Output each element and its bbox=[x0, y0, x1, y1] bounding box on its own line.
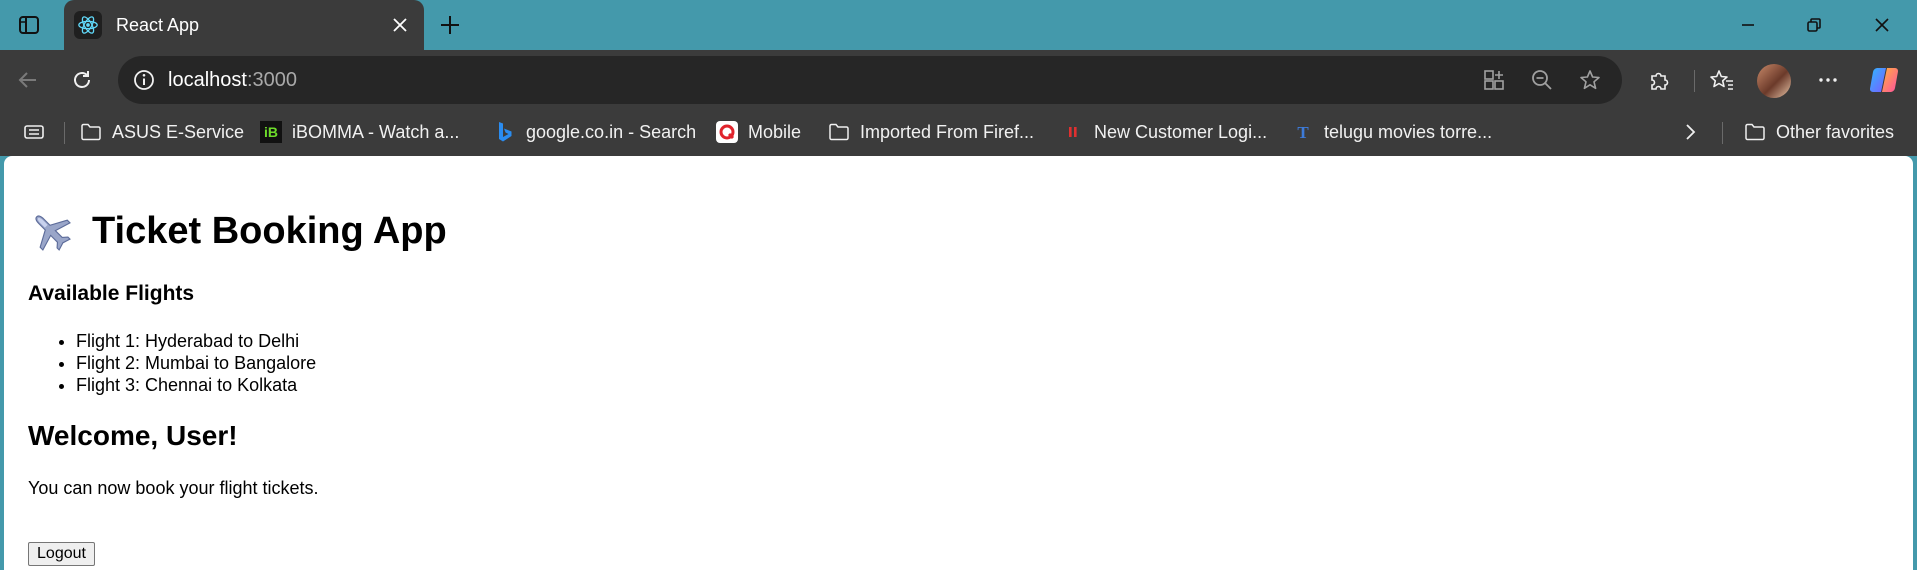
app-title: Ticket Booking App bbox=[28, 208, 447, 254]
bookmarks-divider bbox=[64, 122, 65, 144]
new-tab-button[interactable] bbox=[432, 7, 468, 43]
tab-strip: React App bbox=[0, 0, 1917, 50]
welcome-message: You can now book your flight tickets. bbox=[28, 478, 319, 498]
url-port: :3000 bbox=[246, 69, 297, 91]
folder-icon bbox=[80, 121, 102, 143]
url-host: localhost bbox=[168, 69, 247, 91]
back-arrow-icon bbox=[18, 72, 36, 88]
close-icon bbox=[393, 18, 407, 32]
bookmark-ibomma[interactable]: iB iBOMMA - Watch a... bbox=[260, 110, 459, 154]
bookmark-asus-e-service[interactable]: ASUS E-Service bbox=[80, 110, 244, 154]
bookmark-telugu-movies[interactable]: T telugu movies torre... bbox=[1292, 110, 1492, 154]
copilot-button[interactable] bbox=[1864, 60, 1904, 100]
zoom-out-icon bbox=[1532, 70, 1552, 90]
zoom-button[interactable] bbox=[1528, 66, 1556, 94]
add-favorite-button[interactable] bbox=[1576, 66, 1604, 94]
react-icon bbox=[74, 11, 102, 39]
bookmarks-overflow-button[interactable] bbox=[1680, 110, 1700, 154]
bookmark-imported-from-firefox[interactable]: Imported From Firef... bbox=[828, 110, 1034, 154]
bookmark-label: New Customer Logi... bbox=[1094, 121, 1268, 142]
pause-red-icon bbox=[1062, 121, 1084, 143]
bookmark-label: Imported From Firef... bbox=[860, 121, 1035, 142]
app-title-text: Ticket Booking App bbox=[92, 209, 447, 252]
refresh-icon bbox=[74, 71, 90, 88]
svg-text:iB: iB bbox=[264, 124, 278, 140]
bookmark-mobile[interactable]: Mobile bbox=[716, 110, 801, 154]
bookmark-label: ASUS E-Service bbox=[112, 121, 245, 142]
favorites-icon bbox=[1710, 70, 1733, 90]
back-button[interactable] bbox=[8, 60, 48, 100]
restore-button[interactable] bbox=[1782, 0, 1846, 50]
extensions-button[interactable] bbox=[1640, 60, 1680, 100]
bookmarks-divider bbox=[1722, 122, 1723, 144]
flight-item: Flight 3: Chennai to Kolkata bbox=[76, 374, 316, 396]
other-favorites-folder[interactable]: Other favorites bbox=[1744, 110, 1894, 154]
close-window-button[interactable] bbox=[1850, 0, 1914, 50]
bookmark-new-customer-login[interactable]: New Customer Logi... bbox=[1062, 110, 1267, 154]
flight-item: Flight 1: Hyderabad to Delhi bbox=[76, 330, 316, 352]
tab-actions-icon bbox=[19, 16, 39, 34]
other-favorites-label: Other favorites bbox=[1776, 121, 1895, 142]
folder-icon bbox=[828, 121, 850, 143]
refresh-button[interactable] bbox=[62, 60, 102, 100]
profile-avatar[interactable] bbox=[1757, 64, 1791, 98]
bing-icon bbox=[494, 121, 516, 143]
bookmark-label: Mobile bbox=[748, 121, 802, 142]
tab-actions-button[interactable] bbox=[0, 0, 58, 50]
toolbar-divider bbox=[1694, 70, 1695, 92]
minimize-icon bbox=[1742, 24, 1754, 26]
site-info-icon[interactable] bbox=[132, 68, 156, 92]
favorites-button[interactable] bbox=[1702, 60, 1742, 100]
logout-button[interactable]: Logout bbox=[28, 542, 95, 566]
browser-toolbar: localhost:3000 bbox=[0, 50, 1917, 110]
bookmarks-bar: ASUS E-Service iB iBOMMA - Watch a... go… bbox=[0, 110, 1917, 156]
restore-icon bbox=[1807, 18, 1821, 32]
bookmark-label: telugu movies torre... bbox=[1324, 121, 1493, 142]
reading-list-button[interactable] bbox=[22, 110, 46, 154]
bookmark-label: iBOMMA - Watch a... bbox=[292, 121, 460, 142]
folder-icon bbox=[1744, 121, 1766, 143]
mobile-app-icon bbox=[716, 121, 738, 143]
puzzle-icon bbox=[1651, 72, 1669, 90]
settings-menu-button[interactable] bbox=[1808, 60, 1848, 100]
app-grid-icon bbox=[1484, 70, 1504, 90]
active-tab[interactable]: React App bbox=[64, 0, 424, 50]
url-text[interactable]: localhost:3000 bbox=[168, 56, 297, 104]
close-tab-button[interactable] bbox=[382, 7, 418, 43]
chevron-right-icon bbox=[1686, 124, 1696, 140]
copilot-icon bbox=[1869, 67, 1899, 93]
t-icon: T bbox=[1292, 121, 1314, 143]
more-icon bbox=[1819, 78, 1837, 82]
ibomma-icon: iB bbox=[260, 121, 282, 143]
plus-icon bbox=[441, 16, 459, 34]
collections-icon bbox=[24, 125, 44, 139]
flights-heading: Available Flights bbox=[28, 282, 195, 305]
close-window-icon bbox=[1875, 18, 1889, 32]
flight-item: Flight 2: Mumbai to Bangalore bbox=[76, 352, 316, 374]
bookmark-google-search[interactable]: google.co.in - Search bbox=[494, 110, 696, 154]
app-available-button[interactable] bbox=[1480, 66, 1508, 94]
bookmark-label: google.co.in - Search bbox=[526, 121, 697, 142]
welcome-heading: Welcome, User! bbox=[28, 420, 238, 451]
star-icon bbox=[1580, 70, 1600, 90]
address-bar[interactable]: localhost:3000 bbox=[118, 56, 1622, 104]
airplane-icon bbox=[35, 215, 71, 251]
flights-list: Flight 1: Hyderabad to Delhi Flight 2: M… bbox=[76, 330, 316, 396]
page-viewport: Ticket Booking App Available Flights Fli… bbox=[4, 156, 1913, 570]
svg-text:T: T bbox=[1297, 123, 1309, 142]
tab-title: React App bbox=[116, 14, 200, 35]
minimize-button[interactable] bbox=[1716, 0, 1780, 50]
